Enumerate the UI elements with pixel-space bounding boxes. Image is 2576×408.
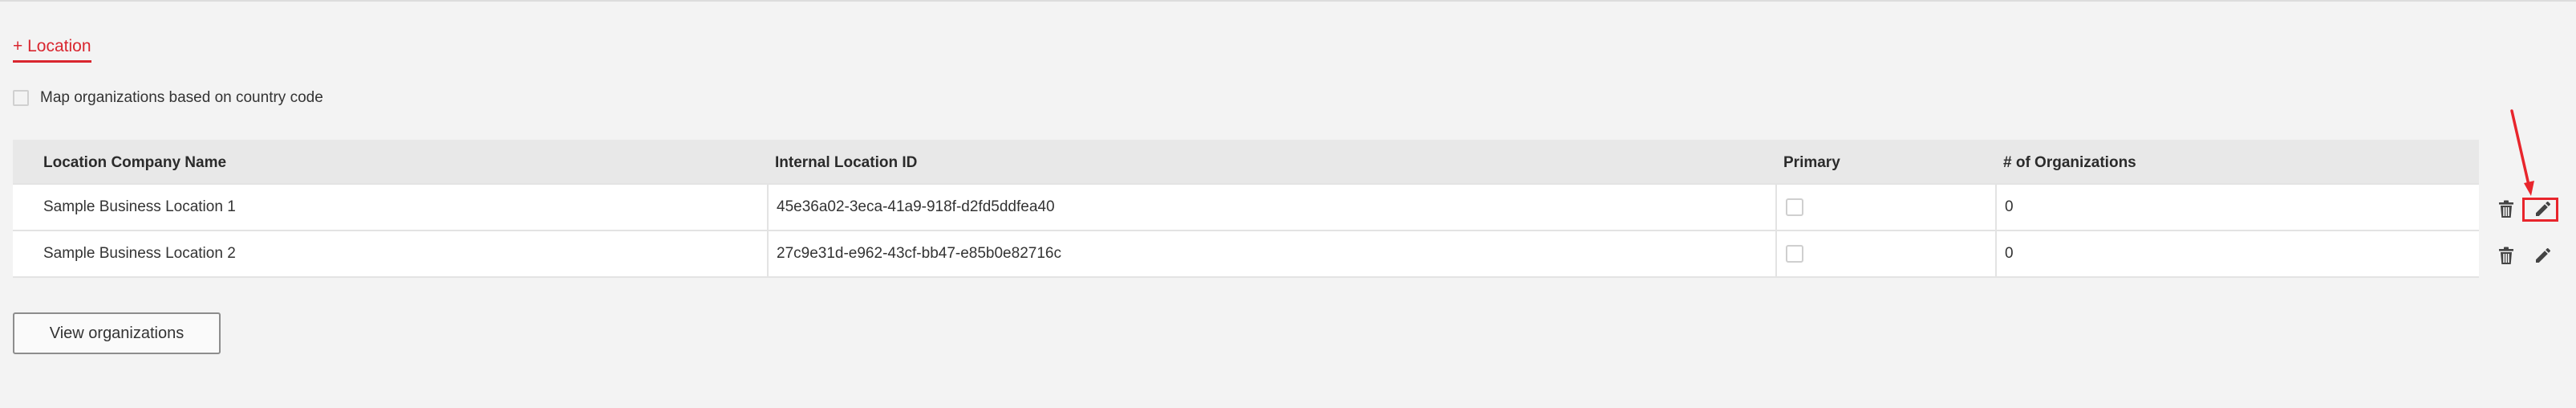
locations-table: Location Company Name Internal Location …	[13, 140, 2479, 278]
primary-cell	[1775, 185, 1995, 230]
pencil-edit-icon[interactable]	[2533, 246, 2553, 265]
primary-checkbox[interactable]	[1786, 245, 1803, 263]
trash-icon[interactable]	[2497, 199, 2516, 218]
annotation-arrow	[2510, 109, 2534, 196]
table-row: Sample Business Location 1 45e36a02-3eca…	[13, 185, 2479, 231]
table-header-row: Location Company Name Internal Location …	[13, 140, 2479, 185]
row-actions	[2486, 231, 2566, 278]
primary-cell	[1775, 231, 1995, 276]
location-name-cell: Sample Business Location 1	[43, 198, 236, 215]
view-organizations-button[interactable]: View organizations	[13, 312, 221, 354]
internal-id-cell: 45e36a02-3eca-41a9-918f-d2fd5ddfea40	[767, 185, 1775, 230]
location-name-cell: Sample Business Location 2	[43, 245, 236, 262]
column-header-organization-count[interactable]: # of Organizations	[1995, 140, 2479, 183]
annotation-highlight-box	[2522, 198, 2558, 222]
trash-icon[interactable]	[2497, 246, 2516, 265]
organization-count-cell: 0	[1995, 185, 2479, 230]
organization-count-cell: 0	[1995, 231, 2479, 276]
table-row: Sample Business Location 2 27c9e31d-e962…	[13, 231, 2479, 278]
column-header-location-name[interactable]: Location Company Name	[13, 140, 767, 183]
map-by-country-checkbox[interactable]	[13, 90, 29, 106]
internal-id-cell: 27c9e31d-e962-43cf-bb47-e85b0e82716c	[767, 231, 1775, 276]
column-header-primary[interactable]: Primary	[1775, 140, 1995, 183]
map-by-country-option[interactable]: Map organizations based on country code	[13, 89, 323, 107]
map-by-country-label: Map organizations based on country code	[40, 89, 323, 106]
primary-checkbox[interactable]	[1786, 198, 1803, 216]
column-header-internal-id[interactable]: Internal Location ID	[767, 140, 1775, 183]
add-location-link[interactable]: + Location	[13, 37, 91, 63]
top-divider	[0, 0, 2576, 2]
